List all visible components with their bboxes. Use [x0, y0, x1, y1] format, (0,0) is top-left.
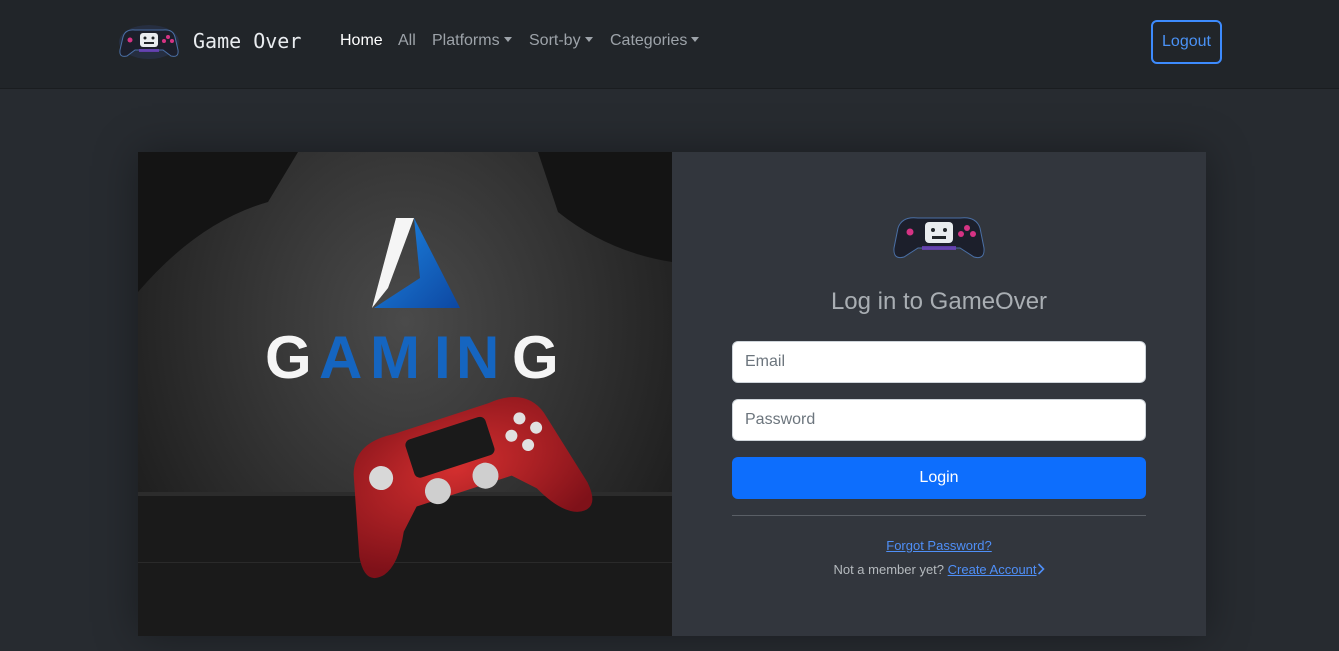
gaming-letter-g1: G	[265, 324, 312, 391]
nav-sort-by-label: Sort-by	[529, 32, 581, 49]
divider	[732, 515, 1146, 516]
logout-button[interactable]: Logout	[1151, 20, 1222, 64]
not-member-text: Not a member yet?	[833, 562, 945, 577]
hero-illustration: G A M I N G	[138, 152, 672, 636]
caret-down-icon	[691, 37, 700, 42]
navbar: Game Over Home All Platforms Sort-by Cat…	[0, 0, 1339, 89]
forgot-password-link[interactable]: Forgot Password?	[672, 538, 1206, 553]
login-button[interactable]: Login	[732, 457, 1146, 499]
login-title: Log in to GameOver	[830, 288, 1048, 315]
hero-image: G A M I N G	[138, 152, 672, 636]
email-input[interactable]: Email	[732, 341, 1146, 383]
chevron-right-icon	[1037, 563, 1045, 575]
gaming-letter-a: A	[319, 324, 362, 391]
create-account-link[interactable]: Create Account	[948, 562, 1045, 577]
nav-categories[interactable]: Categories	[610, 32, 700, 50]
login-card: G A M I N G Log in to GameOver Email Pas…	[138, 152, 1206, 636]
caret-down-icon	[503, 37, 512, 42]
gaming-letter-m: M	[370, 324, 420, 391]
login-panel: Log in to GameOver Email Password Login …	[672, 152, 1206, 636]
gamepad-logo-icon	[893, 217, 985, 259]
gaming-letter-i: I	[434, 324, 451, 391]
nav-platforms[interactable]: Platforms	[432, 32, 512, 50]
brand-name[interactable]: Game Over	[193, 29, 301, 53]
email-placeholder: Email	[745, 353, 786, 370]
nav-categories-label: Categories	[610, 32, 688, 49]
gaming-letter-g2: G	[512, 324, 559, 391]
create-account-label: Create Account	[947, 562, 1037, 577]
nav-sort-by[interactable]: Sort-by	[529, 32, 593, 50]
password-placeholder: Password	[745, 411, 816, 428]
gamepad-logo-icon[interactable]	[117, 23, 181, 61]
gaming-word: G A M I N G	[265, 324, 559, 391]
caret-down-icon	[584, 37, 593, 42]
gaming-letter-n: N	[456, 324, 499, 391]
nav-all[interactable]: All	[398, 32, 416, 50]
password-input[interactable]: Password	[732, 399, 1146, 441]
nav-home[interactable]: Home	[340, 32, 383, 50]
nav-platforms-label: Platforms	[432, 32, 500, 49]
signup-prompt: Not a member yet? Create Account	[672, 562, 1206, 577]
